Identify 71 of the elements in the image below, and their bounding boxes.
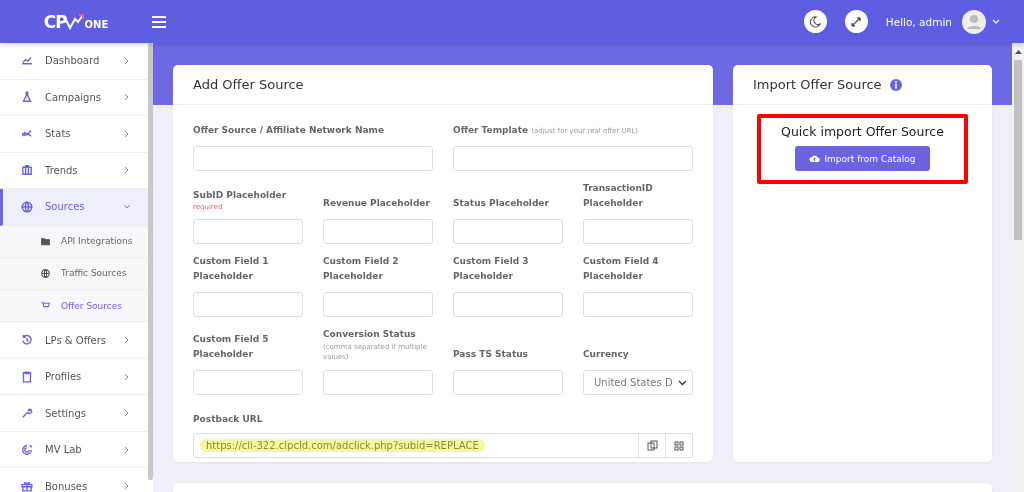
input-field[interactable] xyxy=(453,146,693,171)
globe-icon xyxy=(20,199,34,214)
input-field[interactable] xyxy=(583,292,693,317)
section-heading: Quick import Offer Source xyxy=(781,124,944,139)
chevron-icon xyxy=(123,372,131,381)
sidebar-item[interactable]: Sources xyxy=(0,189,148,226)
chevron-icon xyxy=(123,336,131,345)
input-field[interactable] xyxy=(453,219,563,244)
import-button[interactable]: Import from Catalog xyxy=(795,146,930,171)
field-label: Pass TS Status xyxy=(453,348,529,361)
field-label: Custom Field 2 Placeholder xyxy=(323,255,400,283)
input-field[interactable] xyxy=(193,219,303,244)
input-field[interactable] xyxy=(453,370,563,395)
caret-icon xyxy=(678,379,687,386)
input-field[interactable] xyxy=(323,292,433,317)
field-label: SubID Placeholder xyxy=(193,189,288,202)
input-field[interactable] xyxy=(193,370,303,395)
chevron-icon xyxy=(123,202,131,211)
folder-icon xyxy=(40,235,51,247)
input-field[interactable] xyxy=(323,219,433,244)
fullscreen-icon[interactable] xyxy=(844,10,868,33)
grid-icon[interactable] xyxy=(666,433,693,458)
field-label: Revenue Placeholder xyxy=(323,197,431,210)
scrollbar[interactable] xyxy=(148,43,153,480)
case-icon xyxy=(20,163,34,178)
chevron-icon xyxy=(123,166,131,175)
info-icon[interactable] xyxy=(889,78,902,91)
caret-icon[interactable] xyxy=(992,18,1000,25)
logo-word: ONE xyxy=(84,19,109,30)
input-field[interactable] xyxy=(583,219,693,244)
cloud-upload-icon xyxy=(809,154,821,163)
chevron-icon xyxy=(123,482,131,491)
flask-icon xyxy=(20,90,34,105)
chevron-icon xyxy=(123,129,131,138)
card-title: Add Offer Source xyxy=(173,65,713,105)
logo[interactable]: CP ONE xyxy=(0,11,152,32)
field-label: Postback URL xyxy=(193,414,263,424)
sidebar-subitem[interactable]: Traffic Sources xyxy=(0,257,148,291)
field-label: Status Placeholder xyxy=(453,197,550,210)
input-field[interactable] xyxy=(453,292,563,317)
cart-icon xyxy=(40,300,51,312)
chevron-icon xyxy=(123,93,131,102)
field-label: Custom Field 3 Placeholder xyxy=(453,255,530,283)
field-label: Custom Field 5 Placeholder xyxy=(193,333,270,361)
currency-select[interactable]: United States D xyxy=(583,370,693,395)
card-title: Import Offer Source xyxy=(753,77,882,92)
logo-mark: CP xyxy=(43,11,67,32)
greeting: Hello, admin xyxy=(885,15,952,28)
chevron-icon xyxy=(123,445,131,454)
menu-icon[interactable] xyxy=(152,15,166,28)
avatar[interactable] xyxy=(962,9,986,34)
input-field[interactable] xyxy=(193,146,433,171)
chevron-icon xyxy=(123,409,131,418)
field-label: Custom Field 4 Placeholder xyxy=(583,255,660,283)
field-label: Currency xyxy=(583,348,630,361)
history-icon xyxy=(20,333,34,348)
sidebar-subitem[interactable]: Offer Sources xyxy=(0,290,148,323)
input-field[interactable] xyxy=(193,292,303,317)
scroll-up-icon[interactable] xyxy=(1014,49,1022,54)
moon-icon[interactable] xyxy=(803,10,827,33)
copy-icon[interactable] xyxy=(639,433,666,458)
gift-icon xyxy=(20,479,34,492)
clipboard-icon xyxy=(20,369,34,384)
field-label: Custom Field 1 Placeholder xyxy=(193,255,270,283)
sidebar-subitem[interactable]: API Integrations xyxy=(0,225,148,258)
chevron-icon xyxy=(123,56,131,65)
field-label: Offer Source / Affiliate Network Name xyxy=(193,124,385,137)
scrollbar[interactable] xyxy=(1014,60,1022,240)
globe-icon xyxy=(40,267,51,279)
input-field[interactable] xyxy=(323,370,433,395)
field-label: TransactionID Placeholder xyxy=(583,182,654,210)
